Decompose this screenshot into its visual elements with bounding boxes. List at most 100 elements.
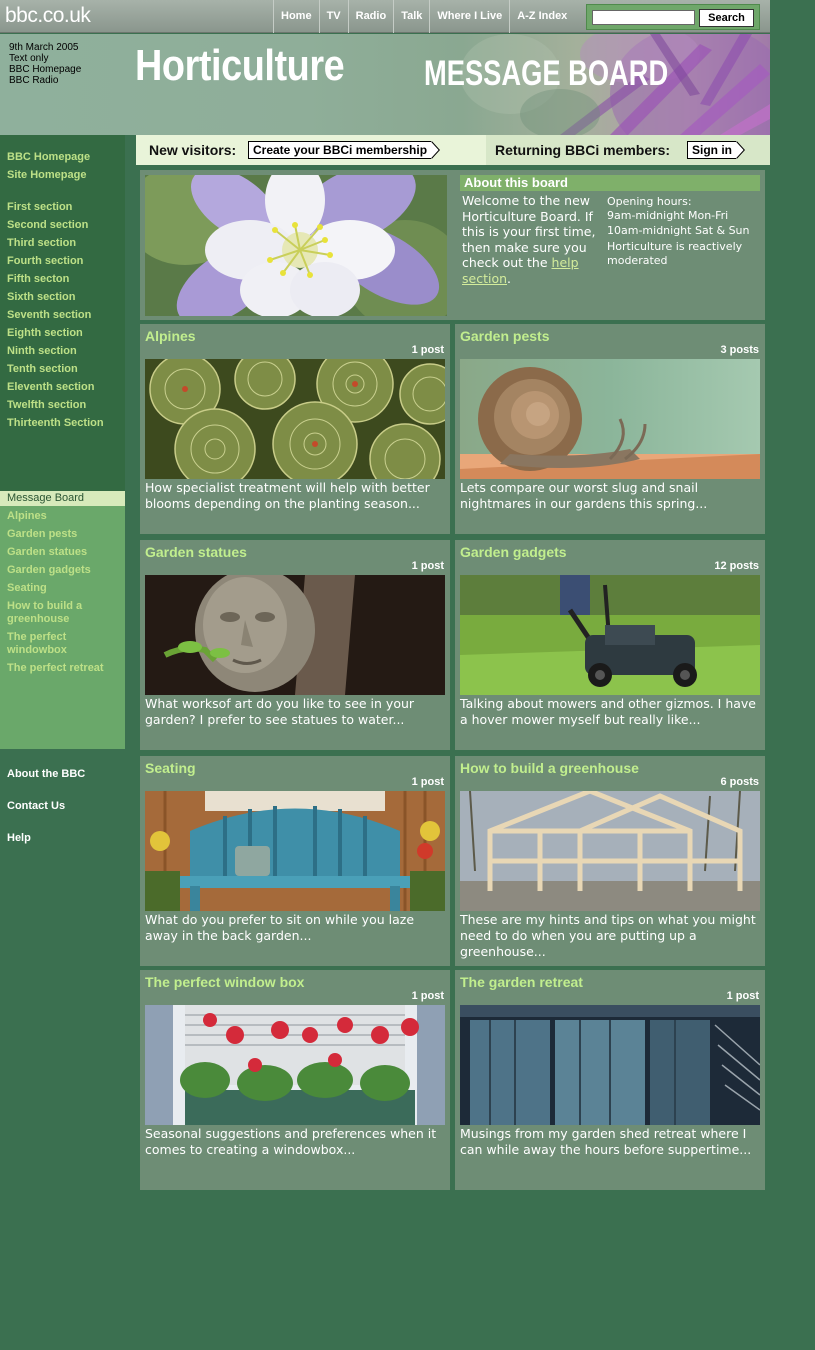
post-count: 3 posts xyxy=(720,344,759,356)
nav-where-i-live[interactable]: Where I Live xyxy=(429,0,509,33)
post-count: 1 post xyxy=(411,990,444,1002)
about-heading: About this board xyxy=(460,175,760,191)
banner-info: 9th March 2005 Text only BBC Homepage BB… xyxy=(9,42,81,86)
sidebar-section-6[interactable]: Sixth section xyxy=(7,291,119,304)
opening-hours: Opening hours: 9am-midnight Mon-Fri 10am… xyxy=(607,195,767,268)
sidebar-board-windowbox[interactable]: The perfect windowbox xyxy=(7,631,92,657)
board-card-garden-pests[interactable]: Garden pests 3 posts Lets compare our wo… xyxy=(455,324,765,534)
post-count: 1 post xyxy=(411,344,444,356)
board-description: What do you prefer to sit on while you l… xyxy=(145,912,415,943)
board-title[interactable]: Alpines xyxy=(145,328,196,344)
banner-title: Horticulture xyxy=(135,41,345,90)
board-description: Seasonal suggestions and preferences whe… xyxy=(145,1126,437,1157)
nav-a-z-index[interactable]: A-Z Index xyxy=(509,0,574,33)
board-title[interactable]: Garden pests xyxy=(460,328,549,344)
about-bbc-link[interactable]: About the BBC xyxy=(7,768,85,780)
bbc-radio-link[interactable]: BBC Radio xyxy=(9,75,81,86)
help-link[interactable]: Help xyxy=(7,832,31,844)
sidebar-site-homepage[interactable]: Site Homepage xyxy=(7,169,119,182)
greenhouse-frame-photo[interactable] xyxy=(460,791,760,911)
arrow-right-icon xyxy=(736,141,745,159)
sidebar-section-13[interactable]: Thirteenth Section xyxy=(7,417,119,430)
hours-weekday: 9am-midnight Mon-Fri xyxy=(607,209,729,222)
sidebar-sections: BBC Homepage Site Homepage First section… xyxy=(0,135,125,491)
sidebar-board-garden-pests[interactable]: Garden pests xyxy=(7,528,119,541)
about-period: . xyxy=(507,270,512,286)
sidebar-bbc-homepage[interactable]: BBC Homepage xyxy=(7,151,119,164)
sidebar-board-greenhouse[interactable]: How to build a greenhouse xyxy=(7,600,102,626)
sidebar-board-seating[interactable]: Seating xyxy=(7,582,119,595)
board-title[interactable]: Seating xyxy=(145,760,196,776)
sidebar-section-12[interactable]: Twelfth section xyxy=(7,399,119,412)
bench-photo[interactable] xyxy=(145,791,445,911)
board-description: These are my hints and tips on what you … xyxy=(460,912,756,959)
search-input[interactable] xyxy=(592,10,695,25)
board-card-alpines[interactable]: Alpines 1 post How specialist treatment … xyxy=(140,324,450,534)
nav-tv[interactable]: TV xyxy=(318,0,348,33)
sidebar-section-9[interactable]: Ninth section xyxy=(7,345,119,358)
top-nav: Home TV Radio Talk Where I Live A-Z Inde… xyxy=(273,0,574,33)
flower-photo xyxy=(145,175,447,316)
board-card-garden-statues[interactable]: Garden statues 1 post What worksof art d… xyxy=(140,540,450,750)
sidebar-section-4[interactable]: Fourth section xyxy=(7,255,119,268)
sign-in-button[interactable]: Sign in xyxy=(687,141,745,159)
moderation-note: Horticulture is reactively moderated xyxy=(607,240,743,267)
statue-photo[interactable] xyxy=(145,575,445,695)
post-count: 12 posts xyxy=(714,560,759,572)
sidebar-message-board: Message Board Alpines Garden pests Garde… xyxy=(0,491,125,749)
sidebar-board-garden-statues[interactable]: Garden statues xyxy=(7,546,119,559)
top-bar: bbc.co.uk Home TV Radio Talk Where I Liv… xyxy=(0,0,770,33)
alpines-photo[interactable] xyxy=(145,359,445,479)
sidebar-section-1[interactable]: First section xyxy=(7,201,119,214)
board-description: How specialist treatment will help with … xyxy=(145,480,430,511)
about-text: Welcome to the new Horticulture Board. I… xyxy=(462,193,597,286)
sidebar-section-10[interactable]: Tenth section xyxy=(7,363,119,376)
board-title[interactable]: The garden retreat xyxy=(460,974,583,990)
search-box: Search xyxy=(586,4,760,30)
board-title[interactable]: How to build a greenhouse xyxy=(460,760,639,776)
board-card-garden-gadgets[interactable]: Garden gadgets 12 posts Talking about mo… xyxy=(455,540,765,750)
banner-subtitle: MESSAGE BOARD xyxy=(424,54,669,93)
returning-members-label: Returning BBCi members: xyxy=(495,142,671,158)
search-button[interactable]: Search xyxy=(699,9,754,27)
board-description: Lets compare our worst slug and snail ni… xyxy=(460,480,708,511)
opening-hours-label: Opening hours: xyxy=(607,195,692,208)
bbc-homepage-link[interactable]: BBC Homepage xyxy=(9,64,81,75)
nav-home[interactable]: Home xyxy=(273,0,319,33)
create-membership-label: Create your BBCi membership xyxy=(248,141,432,159)
lawnmower-photo[interactable] xyxy=(460,575,760,695)
board-card-greenhouse[interactable]: How to build a greenhouse 6 posts These … xyxy=(455,756,765,966)
banner-date: 9th March 2005 xyxy=(9,42,79,53)
sidebar-board-garden-gadgets[interactable]: Garden gadgets xyxy=(7,564,119,577)
board-description: What worksof art do you like to see in y… xyxy=(145,696,415,727)
sign-in-label: Sign in xyxy=(687,141,736,159)
sidebar-section-8[interactable]: Eighth section xyxy=(7,327,119,340)
message-board-heading[interactable]: Message Board xyxy=(0,491,125,506)
bbc-logo[interactable]: bbc.co.uk xyxy=(5,4,91,28)
board-card-window-box[interactable]: The perfect window box 1 post Seasonal s… xyxy=(140,970,450,1190)
text-only-link[interactable]: Text only xyxy=(9,53,81,64)
sidebar-section-11[interactable]: Eleventh section xyxy=(7,381,119,394)
sidebar-board-alpines[interactable]: Alpines xyxy=(7,510,119,523)
sidebar-section-7[interactable]: Seventh section xyxy=(7,309,119,322)
nav-talk[interactable]: Talk xyxy=(393,0,429,33)
contact-us-link[interactable]: Contact Us xyxy=(7,800,65,812)
window-box-photo[interactable] xyxy=(145,1005,445,1125)
sidebar-section-5[interactable]: Fifth secton xyxy=(7,273,119,286)
post-count: 1 post xyxy=(726,990,759,1002)
garden-shed-photo[interactable] xyxy=(460,1005,760,1125)
board-title[interactable]: The perfect window box xyxy=(145,974,304,990)
nav-radio[interactable]: Radio xyxy=(347,0,394,33)
board-card-seating[interactable]: Seating 1 post What do you prefer to sit… xyxy=(140,756,450,966)
sidebar-section-2[interactable]: Second section xyxy=(7,219,119,232)
board-title[interactable]: Garden statues xyxy=(145,544,247,560)
sidebar-board-retreat[interactable]: The perfect retreat xyxy=(7,662,119,675)
create-membership-button[interactable]: Create your BBCi membership xyxy=(248,141,441,159)
snail-photo[interactable] xyxy=(460,359,760,479)
board-title[interactable]: Garden gadgets xyxy=(460,544,567,560)
sidebar-section-3[interactable]: Third section xyxy=(7,237,119,250)
board-card-garden-retreat[interactable]: The garden retreat 1 post Musings from m… xyxy=(455,970,765,1190)
new-visitors-label: New visitors: xyxy=(149,142,237,158)
post-count: 1 post xyxy=(411,776,444,788)
post-count: 6 posts xyxy=(720,776,759,788)
